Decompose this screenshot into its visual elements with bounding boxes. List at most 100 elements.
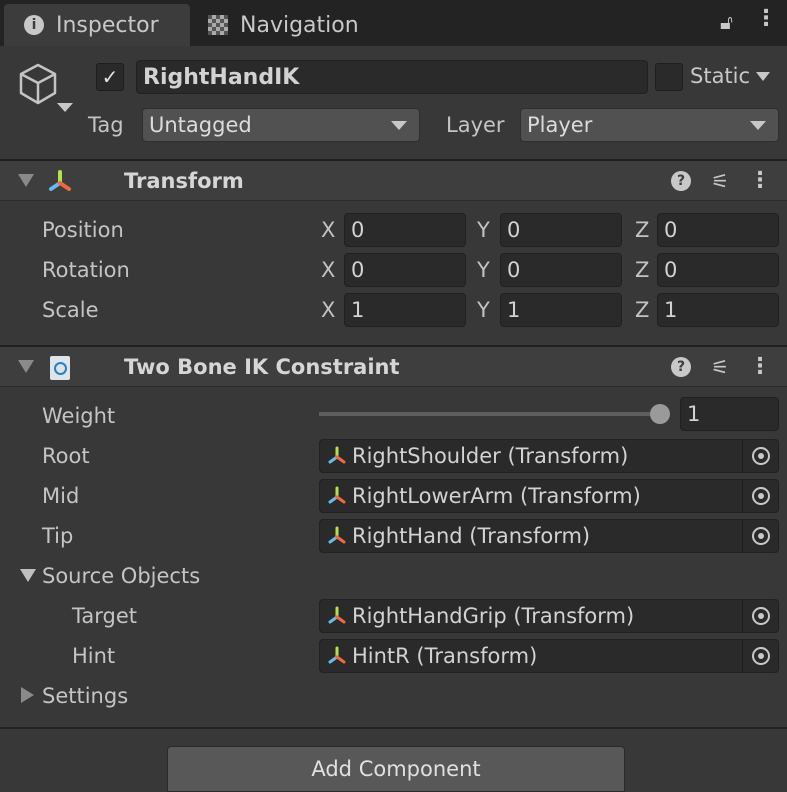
tip-object-field[interactable]: RightHand (Transform) xyxy=(319,519,779,553)
position-z-input[interactable]: 0 xyxy=(657,213,779,247)
axis-label-y: Y xyxy=(477,218,490,242)
axis-label-x: X xyxy=(321,298,336,322)
layer-label: Layer xyxy=(446,113,505,137)
axis-label-z: Z xyxy=(635,258,650,282)
field-value: 0 xyxy=(507,218,521,242)
position-x-input[interactable]: 0 xyxy=(344,213,466,247)
target-object-field[interactable]: RightHandGrip (Transform) xyxy=(319,599,779,633)
chevron-down-icon xyxy=(756,71,771,81)
add-component-button[interactable]: Add Component xyxy=(167,746,625,792)
info-icon: i xyxy=(24,15,44,35)
ik-constraint-header[interactable]: Two Bone IK Constraint ? ⚟ ⋮ xyxy=(0,345,787,387)
field-value: 1 xyxy=(664,298,678,322)
rotation-y-input[interactable]: 0 xyxy=(500,253,622,287)
more-menu-icon[interactable]: ⋮ xyxy=(749,354,771,379)
object-reference: RightHand (Transform) xyxy=(352,524,591,548)
hint-object-field[interactable]: HintR (Transform) xyxy=(319,639,779,673)
mid-label: Mid xyxy=(42,484,80,508)
static-checkbox[interactable] xyxy=(655,63,683,91)
rotation-x-input[interactable]: 0 xyxy=(344,253,466,287)
presets-icon[interactable]: ⚟ xyxy=(711,169,729,193)
navigation-icon xyxy=(208,15,228,35)
transform-row-label: Rotation xyxy=(42,258,130,282)
more-menu-icon[interactable]: ⋮ xyxy=(755,6,777,31)
transform-icon xyxy=(49,170,71,191)
object-picker-icon[interactable] xyxy=(742,640,778,672)
scale-x-input[interactable]: 1 xyxy=(344,293,466,327)
object-picker-icon[interactable] xyxy=(742,600,778,632)
weight-label: Weight xyxy=(42,404,116,428)
field-value: 1 xyxy=(507,298,521,322)
object-picker-icon[interactable] xyxy=(742,480,778,512)
weight-slider-handle[interactable] xyxy=(650,404,670,424)
root-label: Root xyxy=(42,444,90,468)
position-y-input[interactable]: 0 xyxy=(500,213,622,247)
field-value: 0 xyxy=(664,218,678,242)
settings-foldout[interactable]: Settings xyxy=(42,679,128,713)
axis-label-y: Y xyxy=(477,258,490,282)
foldout-arrow-icon[interactable] xyxy=(18,360,34,373)
transform-icon xyxy=(328,486,346,504)
weight-slider-track[interactable] xyxy=(319,412,661,416)
script-icon xyxy=(50,356,70,380)
active-checkbox[interactable]: ✓ xyxy=(96,63,124,91)
transform-icon xyxy=(328,526,346,544)
axis-label-x: X xyxy=(321,218,336,242)
axis-label-z: Z xyxy=(635,218,650,242)
help-icon[interactable]: ? xyxy=(671,356,692,377)
field-value: 0 xyxy=(351,218,365,242)
transform-icon xyxy=(328,646,346,664)
cube-icon[interactable] xyxy=(18,62,58,106)
chevron-down-icon xyxy=(391,120,407,130)
divider xyxy=(0,727,787,729)
layer-dropdown[interactable]: Player xyxy=(520,108,779,142)
object-picker-icon[interactable] xyxy=(742,520,778,552)
icon-dropdown-arrow[interactable] xyxy=(57,103,73,112)
foldout-expanded-icon[interactable] xyxy=(20,569,36,582)
object-picker-icon[interactable] xyxy=(742,440,778,472)
tab-navigation[interactable]: Navigation xyxy=(188,4,388,46)
field-value: 1 xyxy=(351,298,365,322)
foldout-arrow-icon[interactable] xyxy=(18,174,34,187)
field-value: 0 xyxy=(351,258,365,282)
axis-label-y: Y xyxy=(477,298,490,322)
presets-icon[interactable]: ⚟ xyxy=(711,355,729,379)
tag-value: Untagged xyxy=(149,113,252,137)
source-objects-foldout[interactable]: Source Objects xyxy=(42,559,200,593)
object-name: RightHandIK xyxy=(143,64,300,90)
weight-input[interactable]: 1 xyxy=(680,397,779,431)
more-menu-icon[interactable]: ⋮ xyxy=(749,168,771,193)
transform-header[interactable]: Transform ? ⚟ ⋮ xyxy=(0,159,787,201)
tag-label: Tag xyxy=(88,113,124,137)
button-label: Add Component xyxy=(311,757,481,781)
help-icon[interactable]: ? xyxy=(671,170,692,191)
object-reference: RightHandGrip (Transform) xyxy=(352,604,635,628)
mid-object-field[interactable]: RightLowerArm (Transform) xyxy=(319,479,779,513)
transform-row-label: Position xyxy=(42,218,124,242)
scale-z-input[interactable]: 1 xyxy=(657,293,779,327)
transform-row-label: Scale xyxy=(42,298,99,322)
tab-inspector[interactable]: i Inspector xyxy=(4,4,190,46)
root-object-field[interactable]: RightShoulder (Transform) xyxy=(319,439,779,473)
object-reference: HintR (Transform) xyxy=(352,644,538,668)
static-label: Static xyxy=(690,64,751,88)
object-reference: RightShoulder (Transform) xyxy=(352,444,629,468)
axis-label-z: Z xyxy=(635,298,650,322)
object-name-input[interactable]: RightHandIK xyxy=(136,60,648,94)
lock-icon[interactable]: 🔓︎ xyxy=(720,10,733,34)
tab-label: Navigation xyxy=(240,12,359,38)
weight-value: 1 xyxy=(687,402,701,426)
transform-icon xyxy=(328,606,346,624)
object-reference: RightLowerArm (Transform) xyxy=(352,484,641,508)
tag-dropdown[interactable]: Untagged xyxy=(142,108,420,142)
component-title: Transform xyxy=(124,168,244,193)
static-dropdown[interactable]: Static xyxy=(690,64,771,88)
field-value: 0 xyxy=(664,258,678,282)
component-title: Two Bone IK Constraint xyxy=(124,354,400,379)
hint-label: Hint xyxy=(72,644,116,668)
rotation-z-input[interactable]: 0 xyxy=(657,253,779,287)
foldout-collapsed-icon[interactable] xyxy=(21,687,34,703)
layer-value: Player xyxy=(527,113,593,137)
scale-y-input[interactable]: 1 xyxy=(500,293,622,327)
transform-icon xyxy=(328,446,346,464)
